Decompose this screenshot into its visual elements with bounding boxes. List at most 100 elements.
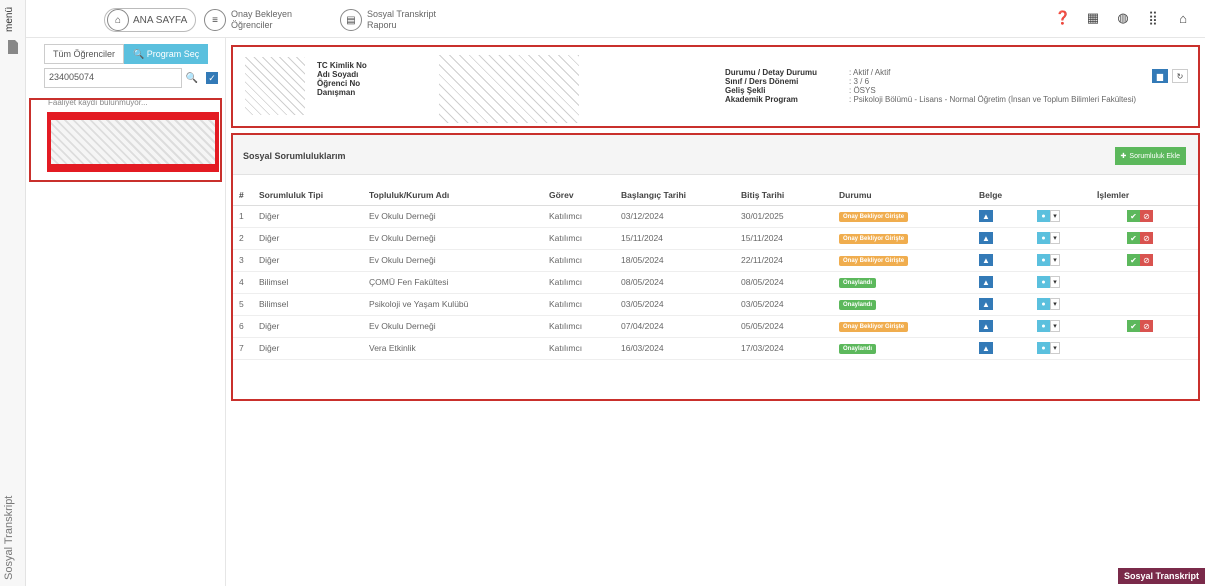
table-cell: ÇOMÜ Fen Fakültesi bbox=[363, 271, 543, 294]
table-cell: Psikoloji ve Yaşam Kulübü bbox=[363, 293, 543, 316]
caret-icon: ▾ bbox=[1050, 276, 1060, 289]
table-cell: 08/05/2024 bbox=[615, 271, 735, 294]
upload-icon[interactable]: ▲ bbox=[979, 232, 993, 244]
status-badge: Onay Bekliyor Girişte bbox=[839, 322, 909, 332]
delete-icon[interactable]: ⊘ bbox=[1140, 320, 1153, 332]
view-dropdown[interactable]: ● ▾ bbox=[1037, 342, 1060, 355]
caret-icon: ▾ bbox=[1050, 320, 1060, 333]
view-dropdown[interactable]: ● ▾ bbox=[1037, 298, 1060, 311]
table-cell: Katılımcı bbox=[543, 315, 615, 338]
delete-icon[interactable]: ⊘ bbox=[1140, 232, 1153, 244]
calendar-icon[interactable]: ▦ bbox=[1085, 10, 1101, 26]
actions-cell: ✔ ⊘ bbox=[1091, 227, 1198, 250]
column-header: Topluluk/Kurum Adı bbox=[363, 185, 543, 206]
status-badge: Onay Bekliyor Girişte bbox=[839, 256, 909, 266]
student-panel: Tüm Öğrenciler 🔍 Program Seç 234005074 🔍… bbox=[26, 38, 226, 586]
approve-icon[interactable]: ✔ bbox=[1127, 232, 1140, 244]
table-cell: Katılımcı bbox=[543, 271, 615, 294]
pending-line-1: Onay Bekleyen bbox=[231, 9, 293, 19]
value-program: : Psikoloji Bölümü - Lisans - Normal Öğr… bbox=[849, 95, 1137, 104]
column-header: Başlangıç Tarihi bbox=[615, 185, 735, 206]
eye-icon: ● bbox=[1037, 342, 1050, 355]
add-responsibility-button[interactable]: ✚ Sorumluluk Ekle bbox=[1114, 147, 1186, 165]
approve-icon[interactable]: ✔ bbox=[1127, 210, 1140, 222]
status-badge: Onaylandı bbox=[839, 300, 877, 310]
home-button[interactable]: ⌂ ANA SAYFA bbox=[104, 8, 197, 32]
panel-header: Sosyal Sorumluluklarım ✚ Sorumluluk Ekle bbox=[233, 135, 1198, 175]
approve-icon[interactable]: ✔ bbox=[1127, 254, 1140, 266]
table-row: 3 Diğer Ev Okulu Derneği Katılımcı 18/05/202… bbox=[233, 249, 1198, 272]
search-icon[interactable]: 🔍 bbox=[182, 68, 202, 88]
label-program: Akademik Program bbox=[725, 95, 798, 104]
tab-program-select[interactable]: 🔍 Program Seç bbox=[124, 44, 209, 64]
value-entry: : ÖSYS bbox=[849, 86, 876, 95]
table-row: 2 Diğer Ev Okulu Derneği Katılımcı 15/11/202… bbox=[233, 227, 1198, 250]
document-cell: ▲ bbox=[973, 227, 1031, 250]
globe-icon[interactable]: ◍ bbox=[1115, 10, 1131, 26]
info-buttons: ▆ ↻ bbox=[1152, 69, 1188, 83]
table-cell: Diğer bbox=[253, 249, 363, 272]
footer-tag[interactable]: Sosyal Transkript bbox=[1117, 568, 1205, 584]
table-cell: Ev Okulu Derneği bbox=[363, 315, 543, 338]
approve-icon[interactable]: ✔ bbox=[1127, 320, 1140, 332]
document-icon[interactable] bbox=[7, 40, 19, 54]
table-cell: Katılımcı bbox=[543, 293, 615, 316]
view-dropdown[interactable]: ● ▾ bbox=[1037, 320, 1060, 333]
grid-icon[interactable]: ⣿ bbox=[1145, 10, 1161, 26]
column-header: Belge bbox=[973, 185, 1031, 206]
report-icon: ▤ bbox=[340, 9, 362, 31]
checkbox-icon[interactable]: ✓ bbox=[206, 72, 218, 84]
sidebar-title: Sosyal Transkript bbox=[3, 495, 15, 580]
label-entry: Geliş Şekli bbox=[725, 86, 766, 95]
lock-icon[interactable]: ⌂ bbox=[1175, 10, 1191, 26]
table-cell: 08/05/2024 bbox=[735, 271, 833, 294]
view-dropdown[interactable]: ● ▾ bbox=[1037, 210, 1060, 223]
tab-program-label: Program Seç bbox=[146, 49, 200, 59]
help-icon[interactable]: ❓ bbox=[1055, 10, 1071, 26]
column-header: İşlemler bbox=[1091, 185, 1198, 206]
upload-icon[interactable]: ▲ bbox=[979, 298, 993, 310]
status-cell: Onaylandı bbox=[833, 293, 973, 316]
refresh-icon[interactable]: ↻ bbox=[1172, 69, 1188, 83]
tab-all-students[interactable]: Tüm Öğrenciler bbox=[44, 44, 125, 64]
top-nav: ⌂ ANA SAYFA ≡ Onay Bekleyen Öğrenciler ▤… bbox=[26, 0, 1205, 38]
view-dropdown[interactable]: ● ▾ bbox=[1037, 276, 1060, 289]
document-cell: ▲ bbox=[973, 271, 1031, 294]
view-cell: ● ▾ bbox=[1031, 293, 1091, 316]
table-cell: 03/05/2024 bbox=[735, 293, 833, 316]
table-cell: 16/03/2024 bbox=[615, 337, 735, 360]
document-cell: ▲ bbox=[973, 249, 1031, 272]
status-badge: Onay Bekliyor Girişte bbox=[839, 234, 909, 244]
status-cell: Onay Bekliyor Girişte bbox=[833, 315, 973, 338]
status-cell: Onay Bekliyor Girişte bbox=[833, 249, 973, 272]
column-header bbox=[1031, 185, 1091, 206]
info-labels: TC Kimlik No Adı Soyadı Öğrenci No Danış… bbox=[317, 61, 367, 97]
table-cell: Bilimsel bbox=[253, 271, 363, 294]
view-dropdown[interactable]: ● ▾ bbox=[1037, 254, 1060, 267]
upload-icon[interactable]: ▲ bbox=[979, 342, 993, 354]
delete-icon[interactable]: ⊘ bbox=[1140, 254, 1153, 266]
view-dropdown[interactable]: ● ▾ bbox=[1037, 232, 1060, 245]
table-row: 5 Bilimsel Psikoloji ve Yaşam Kulübü Katılı… bbox=[233, 293, 1198, 316]
table-cell: 7 bbox=[233, 337, 253, 360]
actions-cell bbox=[1091, 293, 1198, 316]
upload-icon[interactable]: ▲ bbox=[979, 254, 993, 266]
upload-icon[interactable]: ▲ bbox=[979, 210, 993, 222]
caret-icon: ▾ bbox=[1050, 254, 1060, 267]
student-search-input[interactable]: 234005074 bbox=[44, 68, 182, 88]
view-cell: ● ▾ bbox=[1031, 249, 1091, 272]
delete-icon[interactable]: ⊘ bbox=[1140, 210, 1153, 222]
table-cell: 15/11/2024 bbox=[615, 227, 735, 250]
upload-icon[interactable]: ▲ bbox=[979, 320, 993, 332]
column-header: # bbox=[233, 185, 253, 206]
eye-icon: ● bbox=[1037, 254, 1050, 267]
label-advisor: Danışman bbox=[317, 88, 356, 97]
table-cell: 15/11/2024 bbox=[735, 227, 833, 250]
redacted-pattern bbox=[51, 120, 215, 164]
upload-icon[interactable]: ▲ bbox=[979, 276, 993, 288]
pending-students-button[interactable]: ≡ Onay Bekleyen Öğrenciler bbox=[204, 7, 292, 33]
menu-toggle[interactable]: menü bbox=[4, 4, 22, 34]
report-button[interactable]: ▤ Sosyal Transkript Raporu bbox=[340, 7, 436, 33]
table-cell: 1 bbox=[233, 205, 253, 228]
document-button[interactable]: ▆ bbox=[1152, 69, 1168, 83]
